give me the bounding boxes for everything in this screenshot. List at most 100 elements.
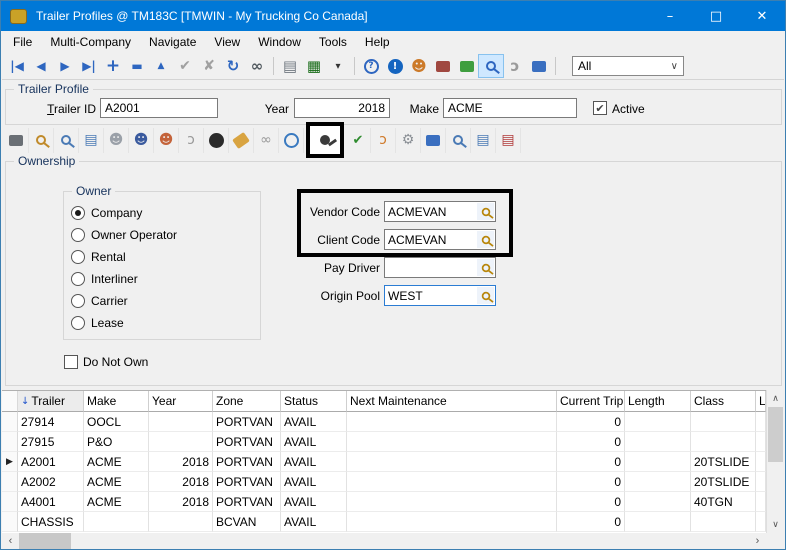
- cell-zone[interactable]: BCVAN: [213, 512, 281, 532]
- cell-class[interactable]: 40TGN: [691, 492, 756, 512]
- cell-make[interactable]: ACME: [84, 492, 149, 512]
- cell-length[interactable]: [625, 512, 691, 532]
- first-record-icon[interactable]: |◀: [5, 55, 29, 77]
- fuel-icon[interactable]: [421, 128, 446, 153]
- trailer-id-input[interactable]: [100, 98, 218, 118]
- table-row-a2002[interactable]: A2002ACME2018PORTVANAVAIL 0 20TSLIDE: [2, 472, 766, 492]
- cell-status[interactable]: AVAIL: [281, 412, 347, 432]
- table-row-27915[interactable]: 27915P&OPORTVANAVAIL0: [2, 432, 766, 452]
- cell-class[interactable]: [691, 412, 756, 432]
- col-header-class[interactable]: Class: [691, 391, 756, 412]
- radio-owner-company[interactable]: Company: [71, 202, 177, 224]
- certificate-icon[interactable]: ▤: [496, 128, 521, 153]
- report-icon[interactable]: ▤: [471, 128, 496, 153]
- add-record-icon[interactable]: +: [101, 55, 125, 77]
- previous-record-icon[interactable]: ◀: [29, 55, 53, 77]
- money-icon[interactable]: [455, 55, 479, 77]
- maximize-button[interactable]: □: [693, 1, 739, 31]
- vertical-scroll-thumb[interactable]: [768, 407, 783, 462]
- checklist-icon[interactable]: ▤: [79, 128, 104, 153]
- cell-current-trip[interactable]: 0: [557, 412, 625, 432]
- doctor-icon[interactable]: ☻: [104, 128, 129, 153]
- cell-year[interactable]: 2018: [149, 452, 213, 472]
- table-row-27914[interactable]: 27914OOCLPORTVANAVAIL0: [2, 412, 766, 432]
- input-origin-pool[interactable]: WEST: [384, 285, 496, 306]
- year-input[interactable]: [294, 98, 390, 118]
- coupler-icon[interactable]: ɔ: [371, 128, 396, 153]
- cell-zone[interactable]: PORTVAN: [213, 472, 281, 492]
- menu-help[interactable]: Help: [356, 33, 399, 51]
- input-vendor-code[interactable]: ACMEVAN: [384, 201, 496, 222]
- inspection-icon[interactable]: ✔: [346, 128, 371, 153]
- cell-length[interactable]: [625, 412, 691, 432]
- delete-record-icon[interactable]: ▬: [125, 55, 149, 77]
- safe-icon[interactable]: [4, 128, 29, 153]
- stopwatch-icon[interactable]: [279, 128, 304, 153]
- do-not-own-checkbox[interactable]: [64, 355, 78, 369]
- cell-next-maintenance[interactable]: [347, 492, 557, 512]
- radio-owner-interliner[interactable]: Interliner: [71, 268, 177, 290]
- input-pay-driver[interactable]: [384, 257, 496, 278]
- radio-owner-lease[interactable]: Lease: [71, 312, 177, 334]
- cell-trailer[interactable]: 27915: [18, 432, 84, 452]
- menu-file[interactable]: File: [4, 33, 41, 51]
- horizontal-scrollbar[interactable]: ‹ ›: [2, 533, 766, 549]
- monitor-icon[interactable]: ▦: [302, 55, 326, 77]
- active-checkbox[interactable]: ✔: [593, 101, 607, 115]
- trailer-find2-icon[interactable]: [446, 128, 471, 153]
- cell-next-maintenance[interactable]: [347, 412, 557, 432]
- cell-status[interactable]: AVAIL: [281, 472, 347, 492]
- cell-make[interactable]: ACME: [84, 472, 149, 492]
- cell-next-maintenance[interactable]: [347, 472, 557, 492]
- cell-year[interactable]: [149, 432, 213, 452]
- cell-make[interactable]: [84, 512, 149, 532]
- cell-current-trip[interactable]: 0: [557, 452, 625, 472]
- cell-year[interactable]: 2018: [149, 492, 213, 512]
- cell-make[interactable]: P&O: [84, 432, 149, 452]
- hitch-icon[interactable]: ɔ: [503, 55, 527, 77]
- minimize-button[interactable]: –: [647, 1, 693, 31]
- cell-l[interactable]: [756, 472, 766, 492]
- next-record-icon[interactable]: ▶: [53, 55, 77, 77]
- col-header-current-trip[interactable]: Current Trip: [557, 391, 625, 412]
- cell-year[interactable]: [149, 412, 213, 432]
- cell-year[interactable]: 2018: [149, 472, 213, 492]
- cell-status[interactable]: AVAIL: [281, 512, 347, 532]
- col-header-zone[interactable]: Zone: [213, 391, 281, 412]
- cell-length[interactable]: [625, 492, 691, 512]
- lookup-button-client-code[interactable]: [477, 231, 494, 248]
- cell-class[interactable]: [691, 432, 756, 452]
- officer-icon[interactable]: ☻: [129, 128, 154, 153]
- filter-dropdown[interactable]: All ∨: [572, 56, 684, 76]
- lookup-button-origin-pool[interactable]: [477, 287, 494, 304]
- menu-tools[interactable]: Tools: [310, 33, 356, 51]
- search-icon[interactable]: [29, 128, 54, 153]
- radio-owner-rental[interactable]: Rental: [71, 246, 177, 268]
- lookup-button-vendor-code[interactable]: [477, 203, 494, 220]
- cell-make[interactable]: OOCL: [84, 412, 149, 432]
- horizontal-scroll-thumb[interactable]: [19, 533, 71, 549]
- cancel-edit-icon[interactable]: ✘: [197, 55, 221, 77]
- collapse-icon[interactable]: ▲: [149, 55, 173, 77]
- cell-class[interactable]: 20TSLIDE: [691, 472, 756, 492]
- cell-trailer[interactable]: A2002: [18, 472, 84, 492]
- cell-trailer[interactable]: A2001: [18, 452, 84, 472]
- save-record-icon[interactable]: ✔: [173, 55, 197, 77]
- cell-current-trip[interactable]: 0: [557, 472, 625, 492]
- cell-zone[interactable]: PORTVAN: [213, 432, 281, 452]
- col-header-status[interactable]: Status: [281, 391, 347, 412]
- cell-l[interactable]: [756, 492, 766, 512]
- cell-status[interactable]: AVAIL: [281, 492, 347, 512]
- scroll-right-button[interactable]: ›: [749, 533, 766, 549]
- input-client-code[interactable]: ACMEVAN: [384, 229, 496, 250]
- menu-view[interactable]: View: [205, 33, 249, 51]
- cell-trailer[interactable]: 27914: [18, 412, 84, 432]
- scroll-left-button[interactable]: ‹: [2, 533, 19, 549]
- truck-icon[interactable]: [431, 55, 455, 77]
- cell-next-maintenance[interactable]: [347, 512, 557, 532]
- menu-multi-company[interactable]: Multi-Company: [41, 33, 140, 51]
- cell-current-trip[interactable]: 0: [557, 492, 625, 512]
- radio-owner-owner-operator[interactable]: Owner Operator: [71, 224, 177, 246]
- alert-icon[interactable]: !: [383, 55, 407, 77]
- print-icon[interactable]: ▤: [278, 55, 302, 77]
